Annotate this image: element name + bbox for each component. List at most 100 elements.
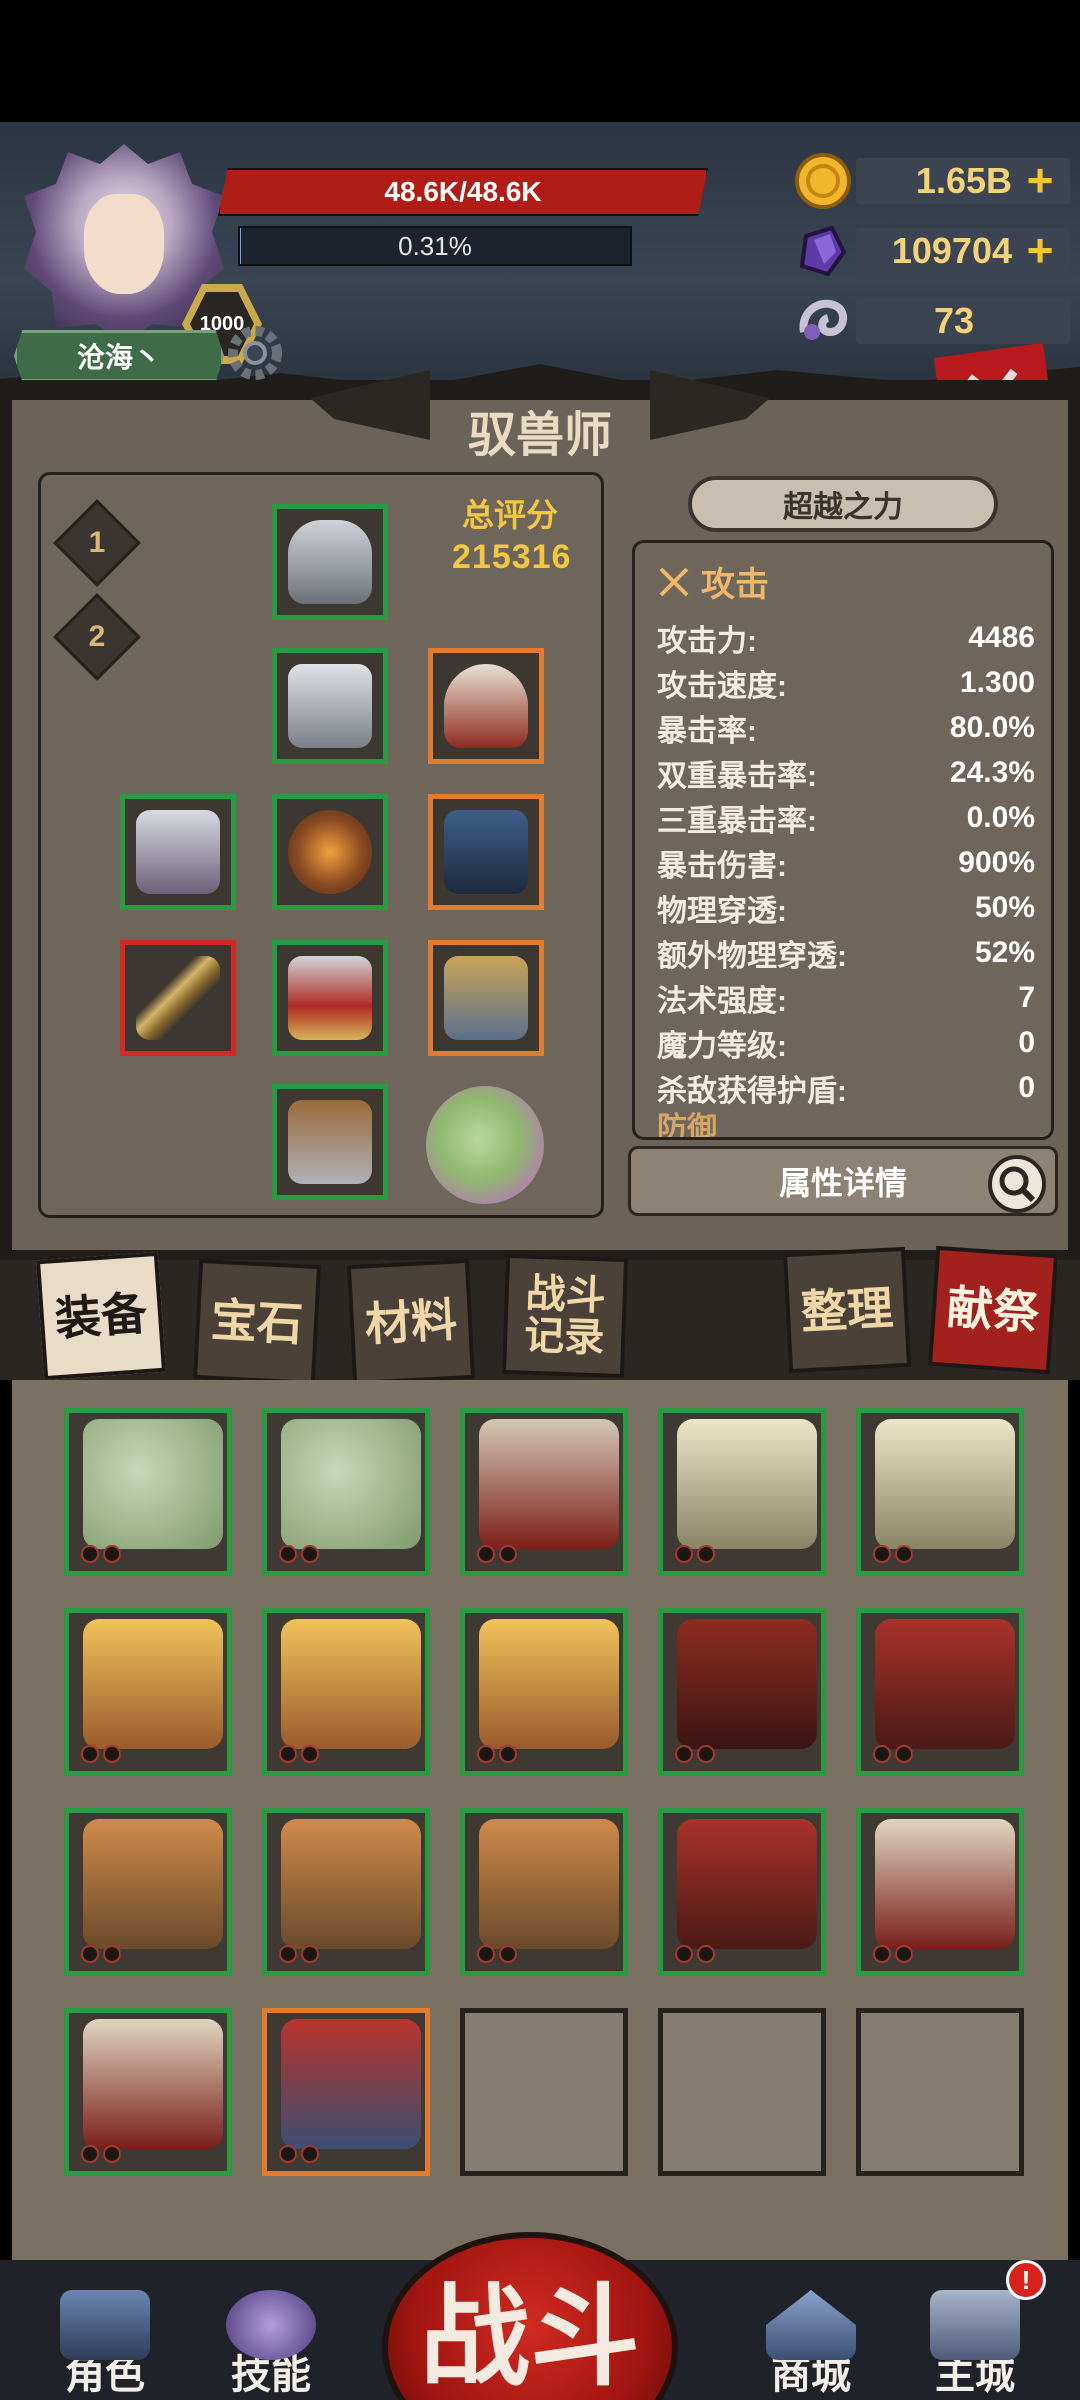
stat-label: 双重暴击率:	[657, 759, 817, 793]
chest-armor-icon	[288, 664, 372, 748]
shop-tent-icon	[766, 2290, 856, 2360]
tab-gems[interactable]: 宝石	[192, 1258, 322, 1386]
wax-seal-icon[interactable]	[426, 1086, 544, 1204]
item-upgrade-dots	[81, 1545, 121, 1563]
gear-icon[interactable]	[220, 318, 290, 388]
inventory-slot[interactable]	[658, 1608, 826, 1776]
stat-row: 法术强度: 7	[657, 975, 1035, 1020]
inventory-slot[interactable]	[64, 1608, 232, 1776]
stat-label: 攻击速度:	[657, 669, 787, 703]
status-bar-area	[0, 0, 1080, 122]
inventory-slot[interactable]	[856, 1408, 1024, 1576]
horn-value: 73	[856, 298, 1070, 344]
defense-section-header: 防御	[657, 1110, 1035, 1137]
inventory-item-icon	[83, 1619, 223, 1749]
class-title: 驭兽师	[467, 409, 612, 462]
nav-character[interactable]: 角色	[30, 2290, 180, 2400]
pet-slot[interactable]	[428, 648, 544, 764]
attribute-details-button[interactable]: 属性详情	[628, 1146, 1058, 1216]
inventory-item-icon	[281, 1619, 421, 1749]
tab-materials[interactable]: 材料	[346, 1258, 476, 1386]
inventory-slot[interactable]	[64, 2008, 232, 2176]
battle-button[interactable]: 战斗	[382, 2232, 678, 2400]
gloves-icon	[288, 956, 372, 1040]
transcend-power-button[interactable]: 超越之力	[688, 476, 998, 532]
inventory-item-icon	[677, 1819, 817, 1949]
belt-icon	[288, 810, 372, 894]
inventory-slot-empty[interactable]	[658, 2008, 826, 2176]
inventory-slot[interactable]	[658, 1808, 826, 1976]
sacrifice-button[interactable]: 献祭	[927, 1245, 1059, 1375]
gold-coin-icon	[790, 152, 856, 210]
stat-row: 暴击伤害: 900%	[657, 840, 1035, 885]
item-upgrade-dots	[279, 1945, 319, 1963]
inventory-item-icon	[677, 1419, 817, 1549]
exp-bar: 0.31%	[238, 226, 632, 266]
item-upgrade-dots	[81, 2145, 121, 2163]
inventory-item-icon	[281, 2019, 421, 2149]
inventory-slot-empty[interactable]	[856, 2008, 1024, 2176]
stats-panel[interactable]: 攻击 攻击力: 4486 攻击速度: 1.300 暴击率: 80.0% 双重暴击率: 24.3…	[632, 540, 1054, 1140]
add-gold-button[interactable]: +	[1018, 157, 1062, 203]
nav-skills[interactable]: 技能	[196, 2290, 346, 2400]
helmet-slot[interactable]	[272, 504, 388, 620]
add-gems-button[interactable]: +	[1018, 227, 1062, 273]
inventory-slot[interactable]	[460, 1408, 628, 1576]
inventory-slot[interactable]	[460, 1608, 628, 1776]
boots-icon	[288, 1100, 372, 1184]
inventory-slot[interactable]	[262, 1608, 430, 1776]
armor-slot[interactable]	[272, 648, 388, 764]
ring-slot[interactable]	[428, 940, 544, 1056]
purple-crystal-icon	[790, 222, 856, 280]
tab-battle-log[interactable]: 战斗记录	[501, 1253, 629, 1379]
horned-ring-icon	[444, 956, 528, 1040]
inventory-item-icon	[83, 1819, 223, 1949]
total-score-label: 总评分	[462, 497, 559, 533]
nav-main-city[interactable]: 主城	[900, 2290, 1050, 2400]
inventory-item-icon	[875, 1819, 1015, 1949]
shoulder-slot[interactable]	[120, 794, 236, 910]
stat-row: 物理穿透: 50%	[657, 885, 1035, 930]
inventory-slot[interactable]	[262, 1408, 430, 1576]
gloves-slot[interactable]	[272, 940, 388, 1056]
inventory-slot[interactable]	[64, 1408, 232, 1576]
stat-row: 杀敌获得护盾: 0	[657, 1065, 1035, 1110]
sort-button[interactable]: 整理	[782, 1246, 912, 1374]
stat-value: 900%	[958, 845, 1035, 879]
inventory-slot[interactable]	[262, 2008, 430, 2176]
item-upgrade-dots	[675, 1545, 715, 1563]
belt-slot[interactable]	[272, 794, 388, 910]
nav-shop[interactable]: 商城	[736, 2290, 886, 2400]
stat-row: 三重暴击率: 0.0%	[657, 795, 1035, 840]
item-upgrade-dots	[477, 1545, 517, 1563]
inventory-slot-empty[interactable]	[460, 2008, 628, 2176]
item-upgrade-dots	[675, 1945, 715, 1963]
weapon-slot[interactable]	[120, 940, 236, 1056]
item-upgrade-dots	[81, 1745, 121, 1763]
item-upgrade-dots	[675, 1745, 715, 1763]
boots-slot[interactable]	[272, 1084, 388, 1200]
inventory-slot[interactable]	[64, 1808, 232, 1976]
bow-icon	[136, 956, 220, 1040]
ram-horn-icon	[790, 292, 856, 350]
inventory-slot[interactable]	[658, 1408, 826, 1576]
attack-stats-list: 攻击力: 4486 攻击速度: 1.300 暴击率: 80.0% 双重暴击率: 24.3% 三重…	[657, 615, 1035, 1138]
stat-row: 攻击速度: 1.300	[657, 660, 1035, 705]
necklace-slot[interactable]	[428, 794, 544, 910]
inventory-slot[interactable]	[856, 1608, 1024, 1776]
inventory-slot[interactable]	[856, 1808, 1024, 1976]
skill-orb-icon	[226, 2290, 316, 2360]
stat-value: 0.0%	[966, 800, 1035, 834]
inventory-slot[interactable]	[460, 1808, 628, 1976]
inventory-slot[interactable]	[262, 1808, 430, 1976]
item-upgrade-dots	[279, 1545, 319, 1563]
stat-value: 80.0%	[949, 710, 1035, 744]
stat-row: 暴击率: 80.0%	[657, 705, 1035, 750]
helmet-icon	[288, 520, 372, 604]
inventory-item-icon	[875, 1619, 1015, 1749]
stat-value: 4486	[968, 620, 1035, 654]
crossed-swords-icon	[659, 567, 689, 596]
tab-equipment[interactable]: 装备	[35, 1251, 167, 1381]
inventory-item-icon	[281, 1819, 421, 1949]
inventory-item-icon	[83, 2019, 223, 2149]
